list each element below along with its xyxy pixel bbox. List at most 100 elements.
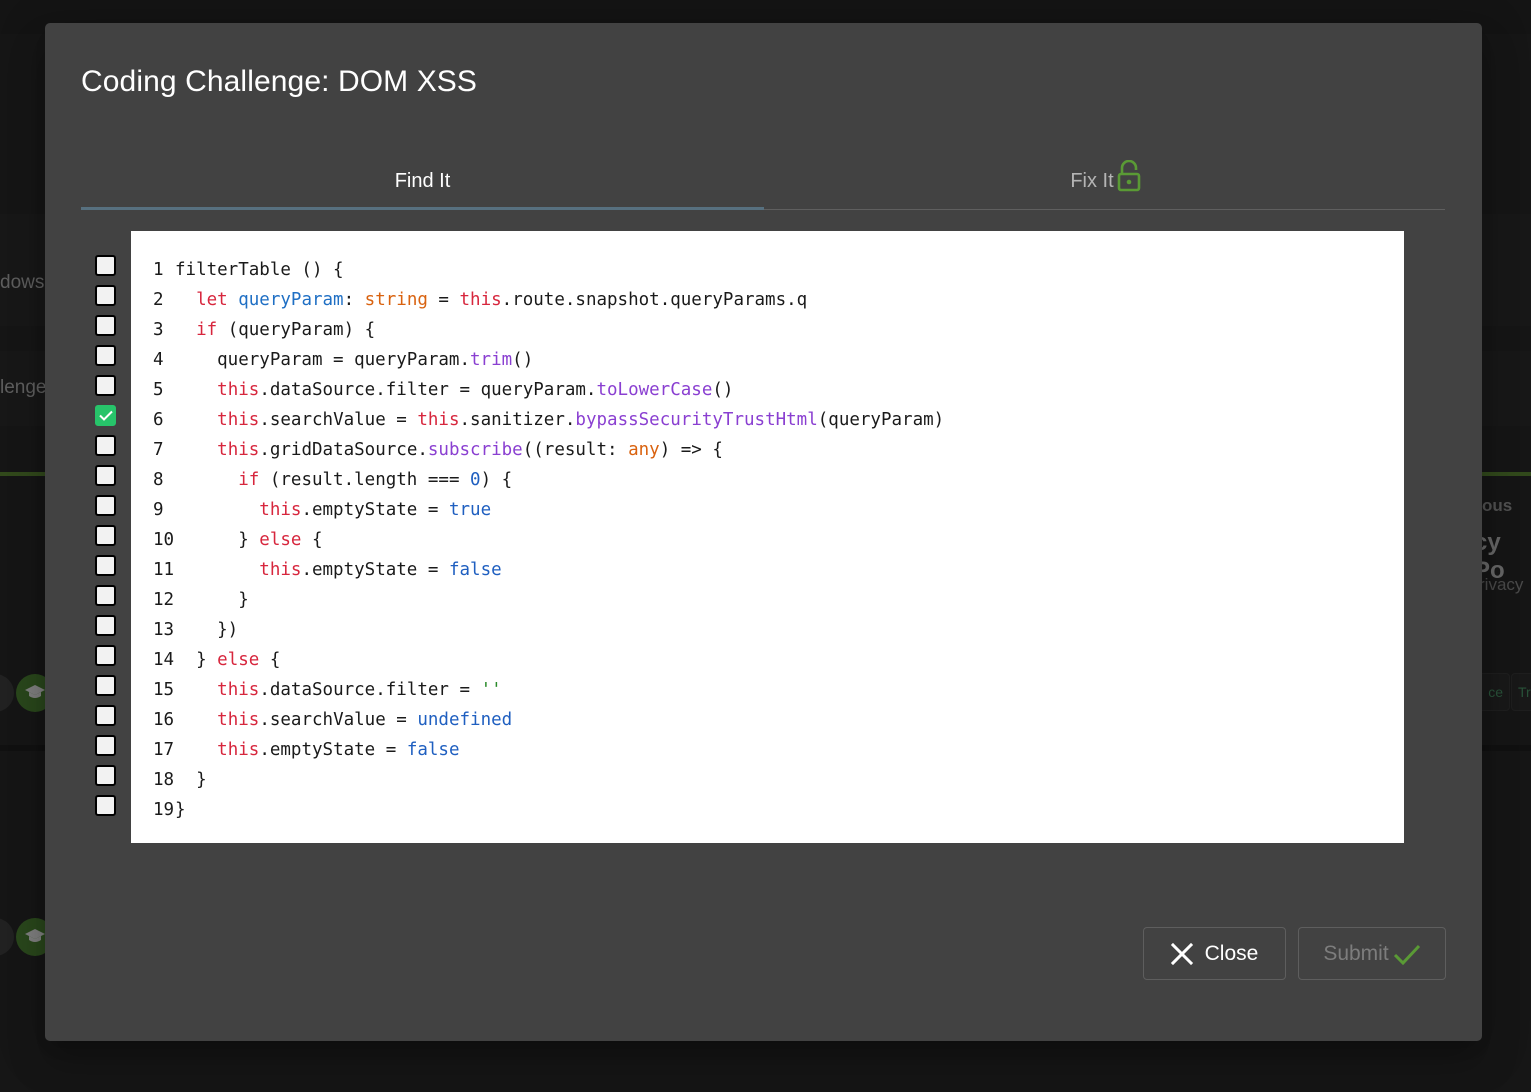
line-number: 13: [153, 620, 175, 640]
code-token: this: [217, 410, 260, 430]
code-token: this: [259, 560, 302, 580]
line-number: 9: [153, 500, 164, 520]
code-token: }: [175, 530, 260, 550]
code-token: else: [217, 650, 260, 670]
tab-find-it-label: Find It: [394, 169, 451, 192]
line-number: 1: [153, 260, 164, 280]
submit-button[interactable]: Submit: [1298, 927, 1446, 980]
line-checkbox-17[interactable]: [95, 735, 116, 756]
code-line: 1 filterTable () {: [153, 255, 944, 285]
code-line: 12 }: [153, 585, 944, 615]
code-token: toLowerCase: [596, 380, 713, 400]
code-token: ) {: [480, 470, 513, 490]
code-line: 10 } else {: [153, 525, 944, 555]
dialog-title: Coding Challenge: DOM XSS: [81, 65, 478, 98]
line-number: 8: [153, 470, 164, 490]
code-token: (result.length ===: [259, 470, 471, 490]
line-number: 19: [153, 800, 175, 820]
line-checkbox-14[interactable]: [95, 645, 116, 666]
code-token: .searchValue =: [259, 710, 418, 730]
code-token: subscribe: [427, 440, 523, 460]
lock-open-icon: [1117, 159, 1141, 198]
line-number: 5: [153, 380, 164, 400]
line-checkbox-16[interactable]: [95, 705, 116, 726]
line-checkbox-10[interactable]: [95, 525, 116, 546]
code-token: .sanitizer.: [459, 410, 576, 430]
tab-fix-it[interactable]: Fix It: [764, 153, 1447, 209]
line-checkbox-5[interactable]: [95, 375, 116, 396]
code-token: this: [459, 290, 502, 310]
code-token: this: [217, 740, 260, 760]
code-token: bypassSecurityTrustHtml: [575, 410, 818, 430]
line-number: 18: [153, 770, 175, 790]
code-token: {: [259, 650, 281, 670]
line-checkbox-2[interactable]: [95, 285, 116, 306]
code-line: 4 queryParam = queryParam.trim(): [153, 345, 944, 375]
code-token: trim: [470, 350, 513, 370]
line-number: 2: [153, 290, 164, 310]
submit-button-label: Submit: [1323, 941, 1389, 965]
code-token: 0: [470, 470, 481, 490]
line-checkbox-11[interactable]: [95, 555, 116, 576]
tab-bar: Find It Fix It: [81, 153, 1445, 210]
line-checkbox-19[interactable]: [95, 795, 116, 816]
code-line: 9 this.emptyState = true: [153, 495, 944, 525]
line-number: 16: [153, 710, 175, 730]
code-token: }: [175, 800, 186, 820]
line-checkbox-1[interactable]: [95, 255, 116, 276]
code-token: =: [427, 290, 460, 310]
code-line: 7 this.gridDataSource.subscribe((result:…: [153, 435, 944, 465]
line-number: 7: [153, 440, 164, 460]
tab-find-it[interactable]: Find It: [81, 153, 764, 210]
code-line: 15 this.dataSource.filter = '': [153, 675, 944, 705]
line-number: 17: [153, 740, 175, 760]
code-token: :: [343, 290, 365, 310]
line-checkbox-13[interactable]: [95, 615, 116, 636]
code-token: this: [217, 710, 260, 730]
line-checkbox-18[interactable]: [95, 765, 116, 786]
code-token: .searchValue =: [259, 410, 418, 430]
code-line: 11 this.emptyState = false: [153, 555, 944, 585]
line-checkbox-6[interactable]: [95, 405, 116, 426]
line-checkbox-15[interactable]: [95, 675, 116, 696]
code-line: 2 let queryParam: string = this.route.sn…: [153, 285, 944, 315]
line-checkbox-7[interactable]: [95, 435, 116, 456]
code-token: string: [364, 290, 428, 310]
line-checkbox-4[interactable]: [95, 345, 116, 366]
code-line: 17 this.emptyState = false: [153, 735, 944, 765]
line-checkbox-12[interactable]: [95, 585, 116, 606]
code-line: 16 this.searchValue = undefined: [153, 705, 944, 735]
code-token: .dataSource.filter = queryParam.: [259, 380, 597, 400]
line-number: 4: [153, 350, 164, 370]
code-token: queryParam = queryParam.: [175, 350, 471, 370]
line-number: 15: [153, 680, 175, 700]
code-token: .emptyState =: [301, 500, 449, 520]
line-checkbox-3[interactable]: [95, 315, 116, 336]
line-checkbox-9[interactable]: [95, 495, 116, 516]
code-line: 13 }): [153, 615, 944, 645]
checkmark-icon: [1393, 944, 1420, 965]
line-checkbox-8[interactable]: [95, 465, 116, 486]
code-token: this: [417, 410, 460, 430]
code-token: }: [175, 650, 218, 670]
code-token: true: [448, 500, 492, 520]
line-number: 12: [153, 590, 175, 610]
code-token: let: [196, 290, 228, 310]
code-token: ((result:: [522, 440, 629, 460]
close-button[interactable]: Close: [1143, 927, 1286, 980]
checkmark-icon: [99, 410, 113, 421]
line-number: 3: [153, 320, 164, 340]
code-token: queryParam: [238, 290, 344, 310]
line-number: 11: [153, 560, 175, 580]
code-token: .emptyState =: [259, 740, 407, 760]
tab-fix-it-label: Fix It: [1070, 169, 1114, 192]
